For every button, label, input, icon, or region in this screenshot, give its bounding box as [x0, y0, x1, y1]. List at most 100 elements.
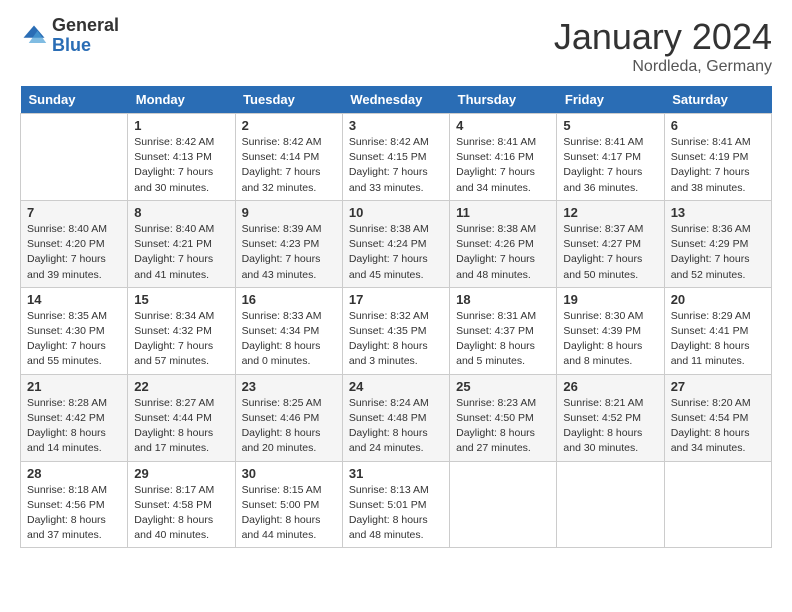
logo: General Blue: [20, 16, 119, 56]
logo-blue-text: Blue: [52, 36, 119, 56]
day-number: 3: [349, 118, 443, 133]
calendar-cell: 5 Sunrise: 8:41 AMSunset: 4:17 PMDaylight…: [557, 114, 664, 201]
calendar-cell: 14 Sunrise: 8:35 AMSunset: 4:30 PMDayligh…: [21, 287, 128, 374]
day-info: Sunrise: 8:23 AMSunset: 4:50 PMDaylight:…: [456, 396, 550, 457]
column-header-saturday: Saturday: [664, 86, 771, 114]
day-info: Sunrise: 8:27 AMSunset: 4:44 PMDaylight:…: [134, 396, 228, 457]
day-number: 20: [671, 292, 765, 307]
day-info: Sunrise: 8:24 AMSunset: 4:48 PMDaylight:…: [349, 396, 443, 457]
day-number: 11: [456, 205, 550, 220]
day-info: Sunrise: 8:28 AMSunset: 4:42 PMDaylight:…: [27, 396, 121, 457]
calendar-header-row: SundayMondayTuesdayWednesdayThursdayFrid…: [21, 86, 772, 114]
day-info: Sunrise: 8:13 AMSunset: 5:01 PMDaylight:…: [349, 483, 443, 544]
calendar-week-row: 1 Sunrise: 8:42 AMSunset: 4:13 PMDaylight…: [21, 114, 772, 201]
calendar-cell: 13 Sunrise: 8:36 AMSunset: 4:29 PMDayligh…: [664, 200, 771, 287]
day-number: 9: [242, 205, 336, 220]
day-info: Sunrise: 8:37 AMSunset: 4:27 PMDaylight:…: [563, 222, 657, 283]
day-info: Sunrise: 8:33 AMSunset: 4:34 PMDaylight:…: [242, 309, 336, 370]
calendar-cell: 3 Sunrise: 8:42 AMSunset: 4:15 PMDaylight…: [342, 114, 449, 201]
calendar-cell: 22 Sunrise: 8:27 AMSunset: 4:44 PMDayligh…: [128, 374, 235, 461]
calendar-cell: 17 Sunrise: 8:32 AMSunset: 4:35 PMDayligh…: [342, 287, 449, 374]
day-info: Sunrise: 8:40 AMSunset: 4:20 PMDaylight:…: [27, 222, 121, 283]
day-number: 16: [242, 292, 336, 307]
calendar-week-row: 14 Sunrise: 8:35 AMSunset: 4:30 PMDayligh…: [21, 287, 772, 374]
calendar-cell: 29 Sunrise: 8:17 AMSunset: 4:58 PMDayligh…: [128, 461, 235, 548]
day-number: 4: [456, 118, 550, 133]
day-info: Sunrise: 8:40 AMSunset: 4:21 PMDaylight:…: [134, 222, 228, 283]
calendar-table: SundayMondayTuesdayWednesdayThursdayFrid…: [20, 86, 772, 548]
calendar-cell: 8 Sunrise: 8:40 AMSunset: 4:21 PMDaylight…: [128, 200, 235, 287]
calendar-cell: [21, 114, 128, 201]
day-info: Sunrise: 8:25 AMSunset: 4:46 PMDaylight:…: [242, 396, 336, 457]
day-number: 30: [242, 466, 336, 481]
column-header-wednesday: Wednesday: [342, 86, 449, 114]
day-number: 14: [27, 292, 121, 307]
day-number: 2: [242, 118, 336, 133]
day-info: Sunrise: 8:21 AMSunset: 4:52 PMDaylight:…: [563, 396, 657, 457]
day-number: 29: [134, 466, 228, 481]
calendar-cell: 21 Sunrise: 8:28 AMSunset: 4:42 PMDayligh…: [21, 374, 128, 461]
calendar-cell: 28 Sunrise: 8:18 AMSunset: 4:56 PMDayligh…: [21, 461, 128, 548]
day-number: 24: [349, 379, 443, 394]
calendar-cell: 2 Sunrise: 8:42 AMSunset: 4:14 PMDaylight…: [235, 114, 342, 201]
day-number: 10: [349, 205, 443, 220]
day-number: 8: [134, 205, 228, 220]
calendar-week-row: 7 Sunrise: 8:40 AMSunset: 4:20 PMDaylight…: [21, 200, 772, 287]
day-info: Sunrise: 8:42 AMSunset: 4:15 PMDaylight:…: [349, 135, 443, 196]
calendar-cell: 10 Sunrise: 8:38 AMSunset: 4:24 PMDayligh…: [342, 200, 449, 287]
day-number: 7: [27, 205, 121, 220]
column-header-thursday: Thursday: [450, 86, 557, 114]
calendar-cell: 6 Sunrise: 8:41 AMSunset: 4:19 PMDaylight…: [664, 114, 771, 201]
day-info: Sunrise: 8:17 AMSunset: 4:58 PMDaylight:…: [134, 483, 228, 544]
day-number: 5: [563, 118, 657, 133]
calendar-cell: 27 Sunrise: 8:20 AMSunset: 4:54 PMDayligh…: [664, 374, 771, 461]
day-info: Sunrise: 8:18 AMSunset: 4:56 PMDaylight:…: [27, 483, 121, 544]
day-info: Sunrise: 8:41 AMSunset: 4:16 PMDaylight:…: [456, 135, 550, 196]
day-info: Sunrise: 8:36 AMSunset: 4:29 PMDaylight:…: [671, 222, 765, 283]
day-number: 17: [349, 292, 443, 307]
column-header-friday: Friday: [557, 86, 664, 114]
day-info: Sunrise: 8:32 AMSunset: 4:35 PMDaylight:…: [349, 309, 443, 370]
day-number: 28: [27, 466, 121, 481]
calendar-week-row: 21 Sunrise: 8:28 AMSunset: 4:42 PMDayligh…: [21, 374, 772, 461]
day-number: 27: [671, 379, 765, 394]
day-info: Sunrise: 8:34 AMSunset: 4:32 PMDaylight:…: [134, 309, 228, 370]
day-info: Sunrise: 8:20 AMSunset: 4:54 PMDaylight:…: [671, 396, 765, 457]
day-info: Sunrise: 8:39 AMSunset: 4:23 PMDaylight:…: [242, 222, 336, 283]
day-info: Sunrise: 8:29 AMSunset: 4:41 PMDaylight:…: [671, 309, 765, 370]
day-number: 26: [563, 379, 657, 394]
column-header-sunday: Sunday: [21, 86, 128, 114]
day-number: 1: [134, 118, 228, 133]
day-number: 6: [671, 118, 765, 133]
day-info: Sunrise: 8:35 AMSunset: 4:30 PMDaylight:…: [27, 309, 121, 370]
column-header-monday: Monday: [128, 86, 235, 114]
day-info: Sunrise: 8:41 AMSunset: 4:19 PMDaylight:…: [671, 135, 765, 196]
calendar-cell: 20 Sunrise: 8:29 AMSunset: 4:41 PMDayligh…: [664, 287, 771, 374]
month-title: January 2024: [554, 16, 772, 58]
day-info: Sunrise: 8:41 AMSunset: 4:17 PMDaylight:…: [563, 135, 657, 196]
calendar-cell: 7 Sunrise: 8:40 AMSunset: 4:20 PMDaylight…: [21, 200, 128, 287]
day-number: 22: [134, 379, 228, 394]
day-number: 13: [671, 205, 765, 220]
calendar-cell: 9 Sunrise: 8:39 AMSunset: 4:23 PMDaylight…: [235, 200, 342, 287]
day-number: 25: [456, 379, 550, 394]
calendar-cell: 26 Sunrise: 8:21 AMSunset: 4:52 PMDayligh…: [557, 374, 664, 461]
day-info: Sunrise: 8:42 AMSunset: 4:13 PMDaylight:…: [134, 135, 228, 196]
column-header-tuesday: Tuesday: [235, 86, 342, 114]
day-info: Sunrise: 8:38 AMSunset: 4:24 PMDaylight:…: [349, 222, 443, 283]
logo-icon: [20, 22, 48, 50]
calendar-cell: 19Sunrise: 8:30 AMSunset: 4:39 PMDayligh…: [557, 287, 664, 374]
day-info: Sunrise: 8:42 AMSunset: 4:14 PMDaylight:…: [242, 135, 336, 196]
day-info: Sunrise: 8:31 AMSunset: 4:37 PMDaylight:…: [456, 309, 550, 370]
calendar-cell: [557, 461, 664, 548]
day-number: 21: [27, 379, 121, 394]
day-number: 18: [456, 292, 550, 307]
calendar-cell: 18 Sunrise: 8:31 AMSunset: 4:37 PMDayligh…: [450, 287, 557, 374]
title-block: January 2024 Nordleda, Germany: [554, 16, 772, 76]
calendar-cell: 1 Sunrise: 8:42 AMSunset: 4:13 PMDaylight…: [128, 114, 235, 201]
location-text: Nordleda, Germany: [554, 58, 772, 76]
logo-general-text: General: [52, 16, 119, 36]
calendar-cell: 23Sunrise: 8:25 AMSunset: 4:46 PMDayligh…: [235, 374, 342, 461]
calendar-cell: 30Sunrise: 8:15 AMSunset: 5:00 PMDayligh…: [235, 461, 342, 548]
calendar-cell: 25 Sunrise: 8:23 AMSunset: 4:50 PMDayligh…: [450, 374, 557, 461]
